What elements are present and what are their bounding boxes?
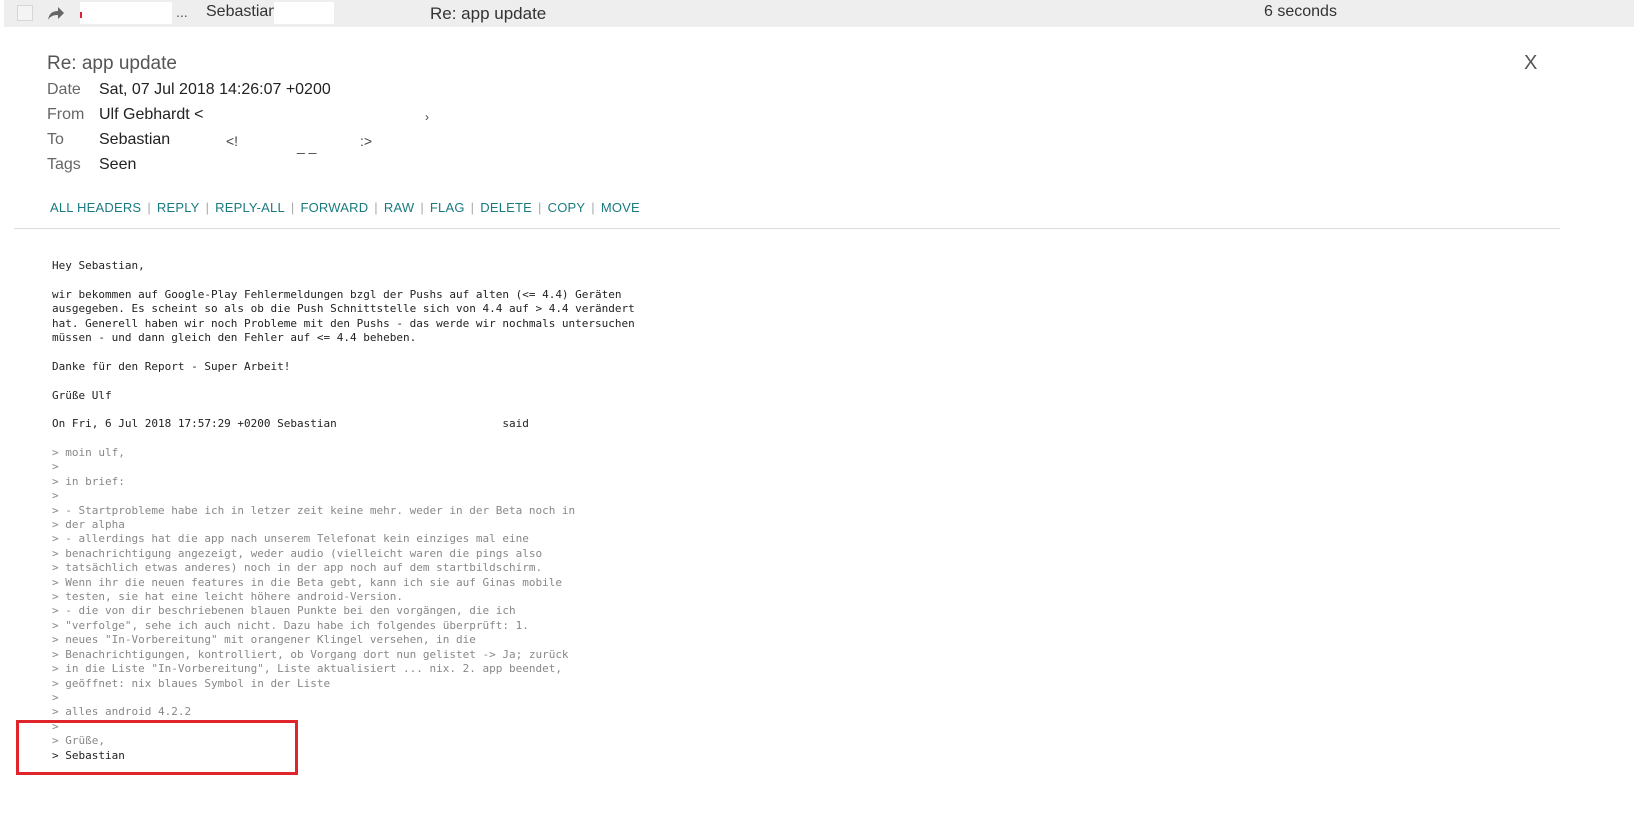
reply-all-link[interactable]: REPLY-ALL bbox=[215, 200, 285, 215]
date-value: Sat, 07 Jul 2018 14:26:07 +0200 bbox=[99, 81, 331, 98]
reply-link[interactable]: REPLY bbox=[157, 200, 200, 215]
redacted-fragment: › bbox=[425, 110, 429, 124]
redacted-fragment: <! bbox=[226, 133, 239, 149]
redacted-region bbox=[80, 2, 172, 24]
redacted-region bbox=[274, 2, 334, 24]
truncation-ellipsis: ... bbox=[176, 4, 188, 20]
message-actions: ALL HEADERS | REPLY | REPLY-ALL | FORWARD | RAW |… bbox=[50, 200, 640, 215]
action-separator: | bbox=[420, 200, 424, 215]
message-body: Hey Sebastian, wir bekommen auf Google-P… bbox=[52, 259, 635, 431]
move-link[interactable]: MOVE bbox=[601, 200, 640, 215]
action-separator: | bbox=[374, 200, 378, 215]
row-subject[interactable]: Re: app update bbox=[430, 4, 546, 24]
quoted-text: > moin ulf, > > in brief: > > - Startpro… bbox=[52, 446, 575, 763]
all-headers-link[interactable]: ALL HEADERS bbox=[50, 200, 141, 215]
header-divider bbox=[14, 228, 1560, 229]
from-value: Ulf Gebhardt < bbox=[99, 106, 204, 123]
message-title: Re: app update bbox=[47, 53, 177, 74]
delete-link[interactable]: DELETE bbox=[480, 200, 532, 215]
tags-value: Seen bbox=[99, 156, 137, 173]
flag-link[interactable]: FLAG bbox=[430, 200, 465, 215]
redacted-fragment: :> bbox=[360, 133, 373, 149]
action-separator: | bbox=[591, 200, 595, 215]
to-value: Sebastian bbox=[99, 131, 171, 148]
message-list-row[interactable]: ... Sebastian Re: app update 6 seconds bbox=[4, 0, 1634, 27]
annotation-highlight-box bbox=[16, 720, 298, 775]
to-label: To bbox=[47, 131, 64, 148]
action-separator: | bbox=[290, 200, 295, 215]
date-label: Date bbox=[47, 81, 81, 98]
tags-label: Tags bbox=[47, 156, 81, 173]
copy-link[interactable]: COPY bbox=[548, 200, 586, 215]
unread-marker bbox=[80, 12, 82, 18]
action-separator: | bbox=[205, 200, 210, 215]
action-separator: | bbox=[538, 200, 542, 215]
forward-link[interactable]: FORWARD bbox=[300, 200, 368, 215]
row-time: 6 seconds bbox=[1264, 3, 1337, 20]
from-label: From bbox=[47, 106, 85, 123]
action-separator: | bbox=[470, 200, 475, 215]
quoted-lines: > moin ulf, > > in brief: > > - Startpro… bbox=[52, 446, 576, 748]
close-button[interactable]: X bbox=[1524, 52, 1537, 75]
forward-arrow-icon bbox=[48, 7, 64, 20]
row-sender: Sebastian bbox=[206, 3, 278, 20]
select-checkbox[interactable] bbox=[17, 5, 33, 21]
redacted-fragment: _ _ bbox=[297, 138, 317, 154]
action-separator: | bbox=[147, 200, 151, 215]
raw-link[interactable]: RAW bbox=[384, 200, 414, 215]
